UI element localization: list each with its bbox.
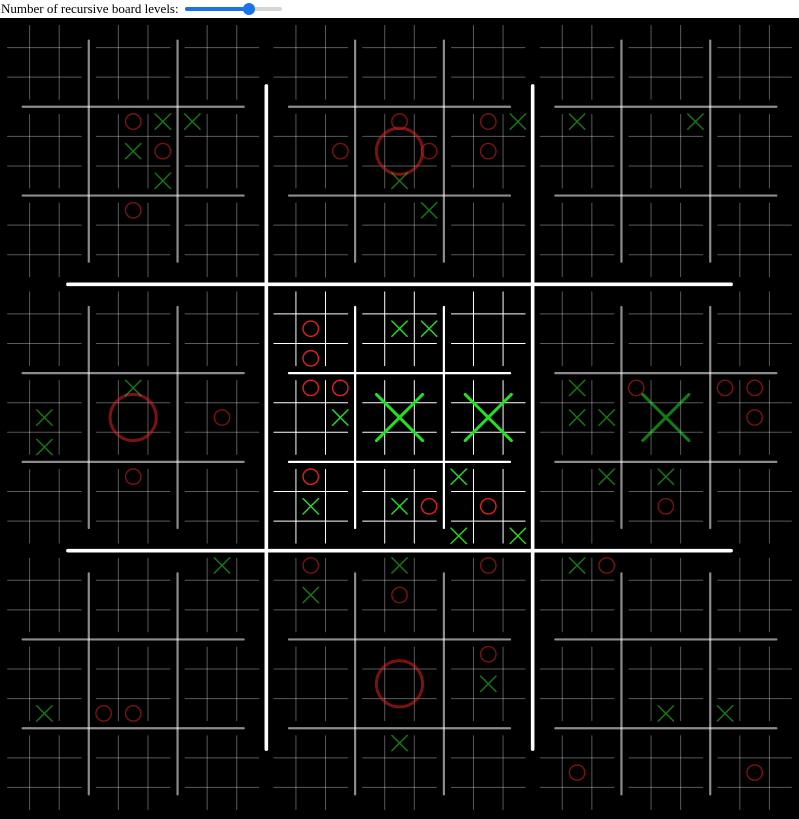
- recursive-tic-tac-toe-board[interactable]: [0, 18, 799, 819]
- slider-thumb[interactable]: [242, 3, 255, 15]
- slider-fill: [184, 7, 249, 11]
- levels-label: Number of recursive board levels:: [1, 1, 179, 16]
- levels-control: Number of recursive board levels:: [0, 0, 799, 18]
- levels-slider[interactable]: [182, 2, 285, 16]
